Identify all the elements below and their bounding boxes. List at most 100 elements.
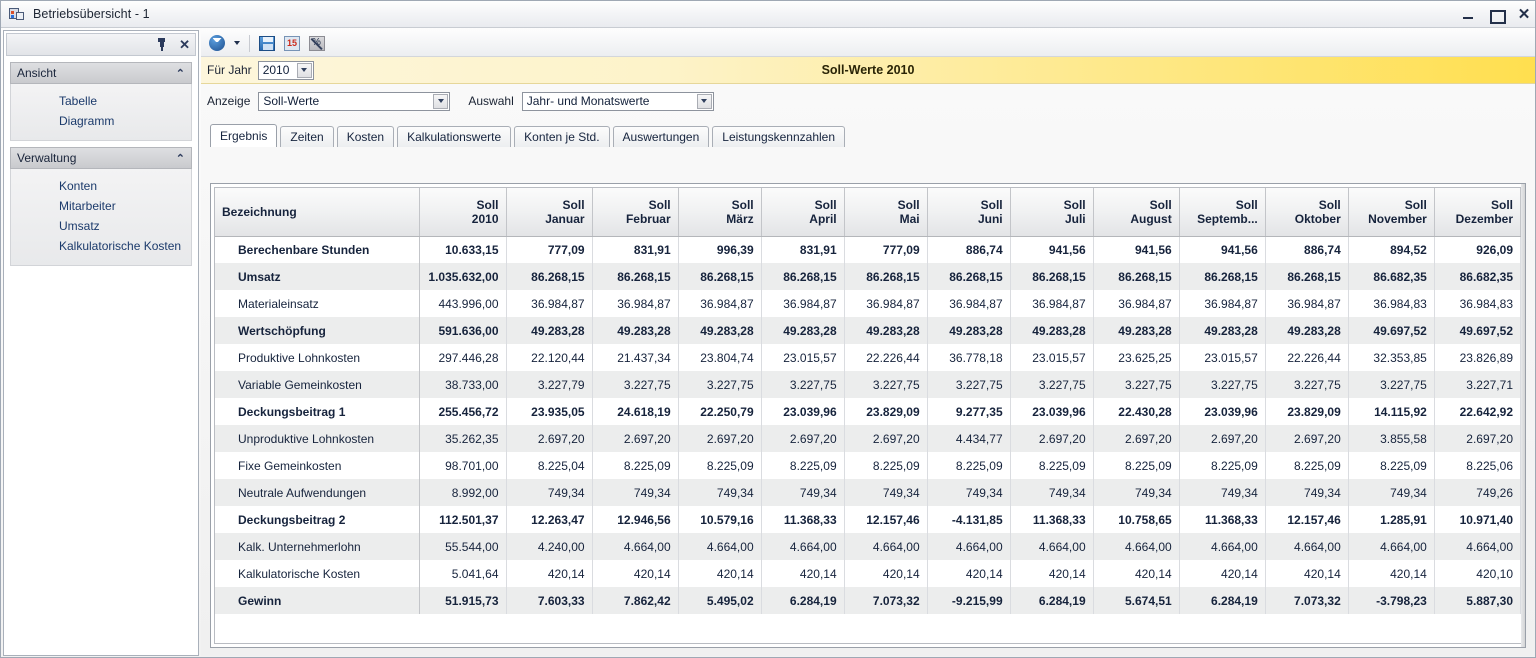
row-value: 4.434,77 bbox=[927, 425, 1010, 452]
row-value: 4.664,00 bbox=[1265, 533, 1348, 560]
tab-auswertungen[interactable]: Auswertungen bbox=[613, 126, 710, 147]
sidebar-item-umsatz[interactable]: Umsatz bbox=[11, 216, 191, 236]
row-value: 2.697,20 bbox=[761, 425, 844, 452]
year-combo[interactable]: 2010 bbox=[258, 61, 314, 80]
grid-header-cell[interactable]: SollApril bbox=[761, 188, 844, 236]
row-value: 4.664,00 bbox=[761, 533, 844, 560]
row-value: 23.826,89 bbox=[1434, 344, 1520, 371]
filter-button[interactable] bbox=[206, 32, 228, 54]
tab-konten-je-std[interactable]: Konten je Std. bbox=[514, 126, 609, 147]
tab-zeiten[interactable]: Zeiten bbox=[280, 126, 333, 147]
grid-header-cell[interactable]: SollOktober bbox=[1265, 188, 1348, 236]
grid-header-cell[interactable]: SollMai bbox=[844, 188, 927, 236]
row-value: 926,09 bbox=[1434, 236, 1520, 263]
sidebar-item-diagramm[interactable]: Diagramm bbox=[11, 111, 191, 131]
grid-header-line2: Mai bbox=[852, 212, 920, 226]
row-value: 1.035.632,00 bbox=[420, 263, 506, 290]
sidebar-item-mitarbeiter[interactable]: Mitarbeiter bbox=[11, 196, 191, 216]
sidebar-group-ansicht[interactable]: Ansicht ⌃ bbox=[10, 62, 192, 84]
grid-header-cell[interactable]: SollJuni bbox=[927, 188, 1010, 236]
tab-kosten[interactable]: Kosten bbox=[337, 126, 394, 147]
grid-header-cell[interactable]: SollNovember bbox=[1348, 188, 1434, 236]
grid-header-cell[interactable]: SollJuli bbox=[1010, 188, 1093, 236]
grid-header-cell[interactable]: Soll2010 bbox=[420, 188, 506, 236]
tab-label: Kosten bbox=[347, 130, 384, 144]
grid-header-cell[interactable]: Bezeichnung bbox=[215, 188, 420, 236]
row-value: 23.015,57 bbox=[761, 344, 844, 371]
sidebar-group-verwaltung[interactable]: Verwaltung ⌃ bbox=[10, 147, 192, 169]
calendar-button[interactable]: 15 bbox=[281, 32, 303, 54]
table-row[interactable]: Neutrale Aufwendungen8.992,00749,34749,3… bbox=[215, 479, 1521, 506]
chevron-up-icon[interactable]: ⌃ bbox=[176, 152, 185, 165]
row-value: 4.664,00 bbox=[592, 533, 678, 560]
row-value: 2.697,20 bbox=[1434, 425, 1520, 452]
table-row[interactable]: Fixe Gemeinkosten98.701,008.225,048.225,… bbox=[215, 452, 1521, 479]
grid-header-line2: Februar bbox=[600, 212, 671, 226]
table-row[interactable]: Materialeinsatz443.996,0036.984,8736.984… bbox=[215, 290, 1521, 317]
auswahl-combo[interactable]: Jahr- und Monatswerte bbox=[522, 92, 714, 111]
vertical-scrollbar[interactable] bbox=[1521, 184, 1525, 647]
grid-header-line1: Soll bbox=[852, 198, 920, 212]
tab-label: Konten je Std. bbox=[524, 130, 599, 144]
table-row[interactable]: Deckungsbeitrag 1255.456,7223.935,0524.6… bbox=[215, 398, 1521, 425]
close-button[interactable]: ✕ bbox=[1517, 8, 1531, 22]
row-value: 8.225,09 bbox=[678, 452, 761, 479]
tab-leistungskennzahlen[interactable]: Leistungskennzahlen bbox=[712, 126, 845, 147]
tab-ergebnis[interactable]: Ergebnis bbox=[210, 124, 277, 147]
grid-header-line1: Soll bbox=[935, 198, 1003, 212]
save-button[interactable] bbox=[256, 32, 278, 54]
filter-dropdown-button[interactable] bbox=[231, 32, 243, 54]
chevron-down-icon[interactable] bbox=[433, 94, 448, 109]
table-row[interactable]: Variable Gemeinkosten38.733,003.227,793.… bbox=[215, 371, 1521, 398]
grid-header-line1: Soll bbox=[1273, 198, 1341, 212]
sidebar-item-konten[interactable]: Konten bbox=[11, 176, 191, 196]
row-value: 36.984,87 bbox=[592, 290, 678, 317]
table-row[interactable]: Wertschöpfung591.636,0049.283,2849.283,2… bbox=[215, 317, 1521, 344]
grid-header-cell[interactable]: SollJanuar bbox=[506, 188, 592, 236]
row-value: 98.701,00 bbox=[420, 452, 506, 479]
table-row[interactable]: Produktive Lohnkosten297.446,2822.120,44… bbox=[215, 344, 1521, 371]
anzeige-combo[interactable]: Soll-Werte bbox=[258, 92, 450, 111]
table-row[interactable]: Gewinn51.915,737.603,337.862,425.495,026… bbox=[215, 587, 1521, 614]
maximize-button[interactable] bbox=[1489, 8, 1503, 22]
row-value: 10.971,40 bbox=[1434, 506, 1520, 533]
chevron-down-icon[interactable] bbox=[297, 63, 312, 78]
grid-header-line1: Soll bbox=[686, 198, 754, 212]
row-label: Umsatz bbox=[215, 263, 420, 290]
row-value: 10.758,65 bbox=[1093, 506, 1179, 533]
row-value: 2.697,20 bbox=[678, 425, 761, 452]
pin-icon[interactable] bbox=[156, 38, 167, 51]
sidebar-item-kalkulatorische-kosten[interactable]: Kalkulatorische Kosten bbox=[11, 236, 191, 256]
table-row[interactable]: Kalk. Unternehmerlohn55.544,004.240,004.… bbox=[215, 533, 1521, 560]
table-row[interactable]: Umsatz1.035.632,0086.268,1586.268,1586.2… bbox=[215, 263, 1521, 290]
close-icon[interactable]: ✕ bbox=[179, 39, 190, 51]
grid-header-cell[interactable]: SollSeptemb... bbox=[1179, 188, 1265, 236]
row-value: 86.268,15 bbox=[592, 263, 678, 290]
row-value: 4.664,00 bbox=[678, 533, 761, 560]
table-row[interactable]: Kalkulatorische Kosten5.041,64420,14420,… bbox=[215, 560, 1521, 587]
table-row[interactable]: Deckungsbeitrag 2112.501,3712.263,4712.9… bbox=[215, 506, 1521, 533]
grid-header-cell[interactable]: SollDezember bbox=[1434, 188, 1520, 236]
tab-page-ergebnis: BezeichnungSoll2010SollJanuarSollFebruar… bbox=[210, 183, 1526, 648]
tab-kalkulationswerte[interactable]: Kalkulationswerte bbox=[397, 126, 511, 147]
row-value: 3.227,75 bbox=[1093, 371, 1179, 398]
navigation-dock: ✕ Ansicht ⌃ Tabelle Diagramm Verwaltung … bbox=[3, 30, 199, 656]
percent-button[interactable] bbox=[306, 32, 328, 54]
grid-header-line1: Soll bbox=[769, 198, 837, 212]
grid-header-cell[interactable]: SollAugust bbox=[1093, 188, 1179, 236]
row-value: 8.225,09 bbox=[1348, 452, 1434, 479]
row-value: 749,34 bbox=[844, 479, 927, 506]
table-row[interactable]: Unproduktive Lohnkosten35.262,352.697,20… bbox=[215, 425, 1521, 452]
chevron-down-icon[interactable] bbox=[697, 94, 712, 109]
sidebar-item-tabelle[interactable]: Tabelle bbox=[11, 91, 191, 111]
grid-header-cell[interactable]: SollMärz bbox=[678, 188, 761, 236]
row-value: 22.250,79 bbox=[678, 398, 761, 425]
chevron-up-icon[interactable]: ⌃ bbox=[176, 67, 185, 80]
minimize-button[interactable] bbox=[1461, 8, 1475, 22]
row-label: Fixe Gemeinkosten bbox=[215, 452, 420, 479]
grid-header-cell[interactable]: SollFebruar bbox=[592, 188, 678, 236]
row-value: 36.984,87 bbox=[927, 290, 1010, 317]
table-row[interactable]: Berechenbare Stunden10.633,15777,09831,9… bbox=[215, 236, 1521, 263]
row-label: Gewinn bbox=[215, 587, 420, 614]
row-value: 1.285,91 bbox=[1348, 506, 1434, 533]
